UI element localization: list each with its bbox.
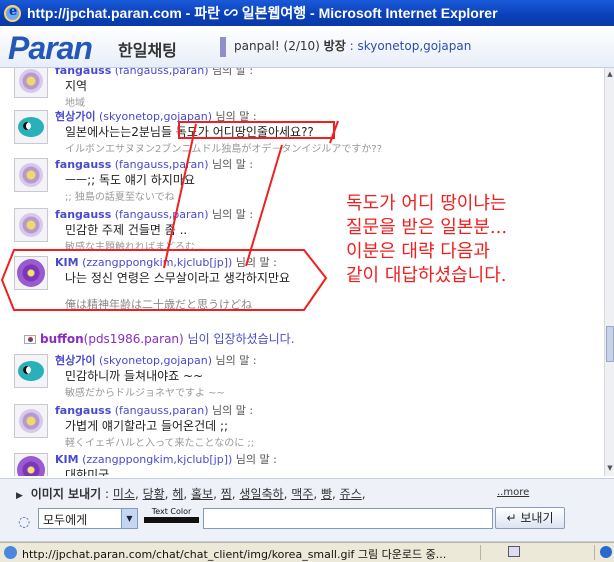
emoticon-bar: ▶ 이미지 보내기 : 미소, 당황, 헤, 홀보, 찜, 생일축하, 맥주, … <box>0 478 614 504</box>
zone-icon <box>508 546 520 557</box>
emoticon-link[interactable]: 미소 <box>113 487 135 501</box>
message-input[interactable] <box>203 508 493 529</box>
text-color-picker[interactable]: Text Color <box>144 507 199 529</box>
chevron-down-icon[interactable]: ▼ <box>121 509 137 528</box>
owner-list: : skyonetop,gojapan <box>349 39 472 53</box>
room-info: panpal! (2/10) 방장 : skyonetop,gojapan <box>220 37 471 57</box>
send-label: 보내기 <box>520 511 554 525</box>
scroll-thumb[interactable] <box>606 326 614 362</box>
emoticon-link[interactable]: 쥬스 <box>340 487 362 501</box>
emoticon-link[interactable]: 찜 <box>221 487 232 501</box>
chat-scrollbar[interactable]: ▲ ▼ <box>604 68 614 476</box>
title-bar: http://jpchat.paran.com - 파란 ∽ 일본웹여행 - M… <box>0 0 614 26</box>
emoticon-link[interactable]: 맥주 <box>291 487 313 501</box>
annotation-line: 질문을 받은 일본분... <box>346 217 508 238</box>
emoticon-link[interactable]: 빵 <box>321 487 332 501</box>
annotation-line: 같이 대답하셨습니다. <box>346 265 507 286</box>
caret-right-icon: ▶ <box>16 491 23 501</box>
annotation-line: 독도가 어디 땅이냐는 <box>346 193 507 214</box>
recipient-value: 모두에게 <box>43 513 88 527</box>
text-color-swatch[interactable] <box>144 517 199 523</box>
ie-logo-icon <box>4 4 21 22</box>
annotation-text: 독도가 어디 땅이냐는 질문을 받은 일본분... 이분은 대략 다음과 같이 … <box>346 192 596 288</box>
annotation-line: 이분은 대략 다음과 <box>346 241 490 262</box>
emoticon-link[interactable]: 홀보 <box>191 487 213 501</box>
room-name: panpal! <box>234 39 280 53</box>
status-text: http://jpchat.paran.com/chat/chat_client… <box>22 548 447 561</box>
window-title: http://jpchat.paran.com - 파란 ∽ 일본웹여행 - M… <box>27 5 498 21</box>
chat-header: Paran 한일채팅 panpal! (2/10) 방장 : skyonetop… <box>0 26 614 68</box>
page-loading-icon <box>4 546 17 559</box>
chat-bubble-icon: ◌ <box>18 514 31 530</box>
internet-zone-icon <box>600 546 612 558</box>
scroll-down-icon[interactable]: ▼ <box>606 464 614 472</box>
send-icon: ↵ <box>506 511 517 525</box>
emoticon-link[interactable]: 헤 <box>172 487 183 501</box>
chat-log[interactable]: fangauss (fangauss,paran) 님의 말 : 지역 地域 현… <box>0 68 604 476</box>
status-divider <box>594 545 595 560</box>
emoticon-link[interactable]: 당황 <box>143 487 165 501</box>
room-count: (2/10) <box>283 39 320 53</box>
pointer-line <box>245 144 283 267</box>
emoticon-label: 이미지 보내기 <box>30 487 102 501</box>
recipient-select[interactable]: 모두에게 ▼ <box>38 508 138 529</box>
status-divider <box>480 545 481 560</box>
highlight-bubble <box>0 249 328 311</box>
highlight-corner <box>329 120 339 144</box>
scroll-up-icon[interactable]: ▲ <box>606 70 614 78</box>
more-emoticons-link[interactable]: ..more <box>497 487 529 498</box>
send-button[interactable]: ↵ 보내기 <box>495 507 565 529</box>
service-title: 한일채팅 <box>118 41 177 60</box>
input-bar: ◌ 모두에게 ▼ Text Color ↵ 보내기 <box>0 504 614 542</box>
owner-label: 방장 <box>323 39 346 53</box>
emoticon-link[interactable]: 생일축하 <box>239 487 283 501</box>
status-bar: http://jpchat.paran.com/chat/chat_client… <box>0 542 614 562</box>
paran-logo[interactable]: Paran <box>8 30 93 67</box>
pointer-line <box>163 123 197 269</box>
text-color-label: Text Color <box>151 507 192 516</box>
